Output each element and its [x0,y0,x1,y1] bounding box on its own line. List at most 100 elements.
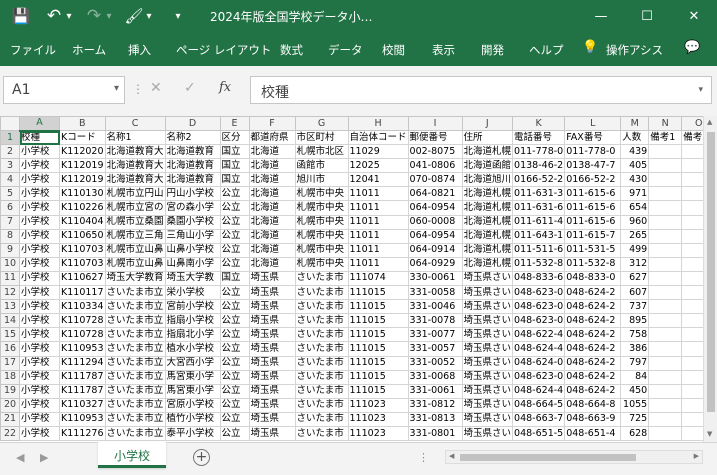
cell[interactable]: 小学校 [19,369,60,385]
cell[interactable]: 埼玉県さい [461,397,514,413]
cell[interactable]: 北海道札幌 [461,228,514,244]
cell[interactable]: 048-623-0 [512,285,566,301]
comment-icon[interactable]: 💬 [684,40,700,55]
cell[interactable]: 北海道 [248,228,296,244]
column-header[interactable]: F [248,116,296,131]
cell[interactable]: 628 [620,425,650,442]
cell[interactable]: 048-624-2 [564,341,622,357]
column-header[interactable]: K [512,116,566,131]
tab-review[interactable]: 校閲 [382,42,405,58]
cell[interactable]: 小学校 [19,256,60,272]
cell[interactable]: さいたま市 [294,425,349,442]
cell[interactable]: K110953 [59,341,106,357]
cell[interactable]: 埼玉大学教 [164,270,221,287]
tab-split-handle[interactable]: ⋮ [418,451,429,464]
cell[interactable]: 埼玉県さい [461,285,514,301]
cell[interactable]: 060-0008 [407,214,463,230]
cell[interactable]: K110703 [59,242,106,258]
cell[interactable]: 小学校 [19,355,60,371]
cell[interactable]: 北海道教育大 [104,158,166,174]
row-header[interactable]: 4 [0,172,20,188]
cell[interactable]: 11029 [347,144,409,160]
insert-function-icon[interactable]: fx [219,80,231,95]
cell[interactable]: 埼玉県さい [461,327,514,343]
cell[interactable]: 北海道函館 [461,158,514,174]
cell[interactable]: 111023 [347,397,409,413]
cell[interactable]: 埼玉県 [248,299,296,315]
cell[interactable]: 84 [620,369,650,385]
cell[interactable]: 埼玉県さい [461,383,514,399]
chevron-down-icon[interactable]: ▾ [114,83,119,94]
cell[interactable]: 北海道 [248,214,296,230]
cell[interactable] [648,144,683,160]
cell[interactable]: 電話番号 [512,129,566,146]
cell[interactable]: 小学校 [19,158,60,174]
cell[interactable]: さいたま市立 [104,425,166,442]
cell[interactable]: 330-0061 [407,270,463,287]
cell[interactable] [648,369,683,385]
cell[interactable]: さいたま市 [294,369,349,385]
format-painter-icon[interactable]: 🖌 [124,0,144,32]
cell[interactable]: 札幌市中央 [294,214,349,230]
cell[interactable]: 048-624-2 [564,313,622,329]
vertical-scroll-thumb[interactable] [707,132,715,412]
cell[interactable]: K110703 [59,256,106,272]
cell[interactable]: 011-778-0 [512,144,566,160]
cell[interactable] [648,158,683,174]
cell[interactable]: K112019 [59,158,106,174]
cell[interactable]: 植水小学校 [164,341,221,357]
cell[interactable]: 北海道 [248,256,296,272]
cell[interactable]: 111074 [347,270,409,287]
cell[interactable]: 北海道札幌 [461,200,514,216]
cell[interactable]: 331-0057 [407,341,463,357]
cell[interactable]: 旭川市 [294,172,349,188]
cell[interactable]: 小学校 [19,200,60,216]
horizontal-scrollbar[interactable]: ◀ ▶ [445,450,703,464]
cell[interactable]: 自治体コード [347,129,409,146]
cell[interactable] [648,270,683,287]
cell[interactable]: 048-624-2 [564,299,622,315]
cell[interactable]: 048-663-7 [512,411,566,427]
undo-dropdown-icon[interactable]: ▾ [64,0,74,32]
cell[interactable]: 公立 [219,214,250,230]
cell[interactable]: 048-624-2 [564,383,622,399]
cell[interactable]: 公立 [219,228,250,244]
cell[interactable]: 048-663-9 [564,411,622,427]
cell[interactable]: 小学校 [19,214,60,230]
cell[interactable]: 馬宮東小学 [164,383,221,399]
cell[interactable]: 北海道教育 [164,172,221,188]
cell[interactable]: 607 [620,285,650,301]
cell[interactable]: さいたま市 [294,341,349,357]
cell[interactable]: 大宮西小学 [164,355,221,371]
cell[interactable]: 札幌市中央 [294,200,349,216]
cell[interactable]: 048-833-6 [512,270,566,287]
cell[interactable]: 405 [620,158,650,174]
cell[interactable]: 埼玉県さい [461,355,514,371]
cell[interactable]: 048-623-0 [512,313,566,329]
row-header[interactable]: 10 [0,256,20,272]
cell[interactable]: 048-624-2 [564,285,622,301]
cell[interactable]: 公立 [219,411,250,427]
cell[interactable]: 312 [620,256,650,272]
cell[interactable]: 725 [620,411,650,427]
cell[interactable] [648,214,683,230]
cell[interactable]: FAX番号 [564,129,622,146]
cell[interactable]: 埼玉県 [248,327,296,343]
cell[interactable]: 校種 [19,129,60,146]
tab-help[interactable]: ヘルプ [529,42,564,58]
cell[interactable]: 住所 [461,129,514,146]
cell[interactable]: 公立 [219,383,250,399]
cell[interactable]: 埼玉県さい [461,425,514,442]
cell[interactable]: 埼玉県さい [461,369,514,385]
maximize-button[interactable]: ☐ [624,0,670,32]
cell[interactable]: K110334 [59,299,106,315]
cell[interactable]: 山鼻南小学 [164,256,221,272]
cell[interactable]: 011-532-8 [512,256,566,272]
cell[interactable]: 北海道教育 [164,144,221,160]
cell[interactable]: 備考1 [648,129,683,146]
cell[interactable]: 公立 [219,355,250,371]
cell[interactable]: 011-631-3 [512,186,566,202]
cell[interactable]: 小学校 [19,285,60,301]
cell[interactable]: 111015 [347,383,409,399]
cell[interactable]: 111023 [347,411,409,427]
